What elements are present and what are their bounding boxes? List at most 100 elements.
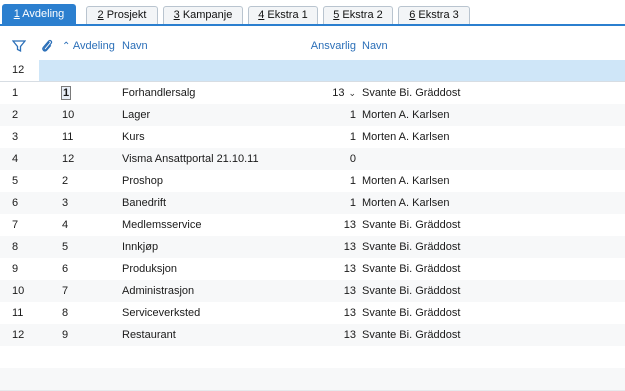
- cell-ansvarlig[interactable]: 13 ⌄: [300, 82, 356, 104]
- cell-ansvarlig[interactable]: 13: [300, 214, 356, 236]
- cell-ansvarlig-navn-text: Svante Bi. Gräddost: [362, 241, 461, 253]
- table-row[interactable]: 3 11 Kurs 1 Morten A. Karlsen: [0, 126, 625, 149]
- cell-avdeling-text: 7: [62, 285, 69, 297]
- cell-avdeling[interactable]: 11: [62, 126, 73, 148]
- cell-ansvarlig-navn[interactable]: Morten A. Karlsen: [362, 126, 449, 148]
- table-row[interactable]: 6 3 Banedrift 1 Morten A. Karlsen: [0, 192, 625, 215]
- cell-ansvarlig-navn[interactable]: Svante Bi. Gräddost: [362, 214, 460, 236]
- row-number-text: 5: [12, 175, 19, 187]
- cell-avdeling[interactable]: 12: [62, 148, 74, 170]
- row-number[interactable]: 4: [12, 148, 18, 170]
- cell-avdeling[interactable]: 1: [60, 82, 72, 104]
- tab-ekstra-2[interactable]: 5 Ekstra 2: [323, 6, 393, 24]
- cell-ansvarlig-navn-text: Svante Bi. Gräddost: [362, 307, 461, 319]
- cell-avdeling[interactable]: 3: [62, 192, 68, 214]
- column-header-navn[interactable]: Navn: [122, 32, 148, 60]
- table-row[interactable]: 10 7 Administrasjon 13 Svante Bi. Gräddost: [0, 280, 625, 303]
- cell-navn[interactable]: Produksjon: [122, 258, 177, 280]
- tab-key: 6: [409, 9, 416, 21]
- cell-avdeling[interactable]: 9: [62, 324, 68, 346]
- cell-avdeling[interactable]: 10: [62, 104, 74, 126]
- cell-navn[interactable]: Kurs: [122, 126, 145, 148]
- cell-avdeling[interactable]: 7: [62, 280, 68, 302]
- cell-avdeling[interactable]: 4: [62, 214, 68, 236]
- cell-navn[interactable]: Visma Ansattportal 21.10.11: [122, 148, 259, 170]
- row-number-text: 3: [12, 131, 19, 143]
- cell-navn[interactable]: Innkjøp: [122, 236, 158, 258]
- cell-ansvarlig-navn[interactable]: Svante Bi. Gräddost: [362, 236, 460, 258]
- row-number-text: 9: [12, 263, 19, 275]
- column-header-ansvarlig-navn[interactable]: Navn: [362, 32, 388, 60]
- table-row[interactable]: 11 8 Serviceverksted 13 Svante Bi. Gräddost: [0, 302, 625, 325]
- cell-avdeling[interactable]: 8: [62, 302, 68, 324]
- cell-ansvarlig[interactable]: 1: [300, 170, 356, 192]
- row-number[interactable]: 1: [12, 82, 18, 104]
- cell-ansvarlig-navn[interactable]: Svante Bi. Gräddost: [362, 280, 460, 302]
- cell-ansvarlig-text: 0: [349, 153, 356, 165]
- row-number[interactable]: 12: [12, 324, 24, 346]
- cell-ansvarlig-text: 13: [343, 219, 356, 231]
- cell-ansvarlig-navn[interactable]: Morten A. Karlsen: [362, 170, 449, 192]
- cell-ansvarlig[interactable]: 13: [300, 236, 356, 258]
- cell-navn[interactable]: Restaurant: [122, 324, 176, 346]
- cell-navn[interactable]: Medlemsservice: [122, 214, 201, 236]
- tab-ekstra-1[interactable]: 4 Ekstra 1: [248, 6, 318, 24]
- cell-navn[interactable]: Lager: [122, 104, 150, 126]
- cell-ansvarlig-navn[interactable]: Svante Bi. Gräddost: [362, 324, 460, 346]
- table-row[interactable]: 12 9 Restaurant 13 Svante Bi. Gräddost: [0, 324, 625, 347]
- cell-ansvarlig[interactable]: 1: [300, 192, 356, 214]
- cell-ansvarlig-navn[interactable]: Svante Bi. Gräddost: [362, 302, 460, 324]
- column-header-avdeling[interactable]: ⌃ Avdeling: [62, 32, 115, 60]
- row-number[interactable]: 10: [12, 280, 24, 302]
- cell-ansvarlig-navn[interactable]: Morten A. Karlsen: [362, 104, 449, 126]
- cell-avdeling[interactable]: 5: [62, 236, 68, 258]
- row-number[interactable]: 7: [12, 214, 18, 236]
- row-number[interactable]: 8: [12, 236, 18, 258]
- row-number[interactable]: 3: [12, 126, 18, 148]
- row-number[interactable]: 5: [12, 170, 18, 192]
- cell-ansvarlig-navn[interactable]: Svante Bi. Gräddost: [362, 258, 460, 280]
- empty-row: [0, 346, 625, 369]
- table-row[interactable]: 4 12 Visma Ansattportal 21.10.11 0: [0, 148, 625, 171]
- table-row[interactable]: 1 1 Forhandlersalg 13 ⌄ Svante Bi. Gräddost: [0, 82, 625, 105]
- cell-ansvarlig[interactable]: 13: [300, 324, 356, 346]
- cell-navn[interactable]: Banedrift: [122, 192, 166, 214]
- cell-avdeling-text: 8: [62, 307, 69, 319]
- cell-ansvarlig-text: 13: [343, 285, 356, 297]
- table-row[interactable]: 7 4 Medlemsservice 13 Svante Bi. Gräddost: [0, 214, 625, 237]
- tab-avdeling[interactable]: 1 Avdeling: [2, 4, 76, 24]
- row-number[interactable]: 11: [12, 302, 23, 324]
- cell-navn[interactable]: Forhandlersalg: [122, 82, 195, 104]
- tab-kampanje[interactable]: 3 Kampanje: [163, 6, 243, 24]
- cell-ansvarlig-navn[interactable]: Morten A. Karlsen: [362, 192, 449, 214]
- tab-ekstra-3[interactable]: 6 Ekstra 3: [398, 6, 470, 24]
- filter-icon[interactable]: [11, 39, 27, 53]
- row-number[interactable]: 2: [12, 104, 18, 126]
- cell-ansvarlig-navn[interactable]: Svante Bi. Gräddost: [362, 82, 460, 104]
- row-number[interactable]: 6: [12, 192, 18, 214]
- cell-ansvarlig[interactable]: 13: [300, 302, 356, 324]
- paperclip-icon[interactable]: [40, 38, 54, 54]
- filter-input-band[interactable]: [39, 60, 625, 81]
- cell-avdeling[interactable]: 2: [62, 170, 68, 192]
- tab-label: Prosjekt: [106, 9, 147, 21]
- table-row[interactable]: 8 5 Innkjøp 13 Svante Bi. Gräddost: [0, 236, 625, 259]
- cell-ansvarlig[interactable]: 1: [300, 104, 356, 126]
- table-row[interactable]: 9 6 Produksjon 13 Svante Bi. Gräddost: [0, 258, 625, 281]
- cell-ansvarlig[interactable]: 1: [300, 126, 356, 148]
- cell-ansvarlig[interactable]: 0: [300, 148, 356, 170]
- tab-prosjekt[interactable]: 2 Prosjekt: [86, 6, 158, 24]
- cell-navn[interactable]: Serviceverksted: [122, 302, 200, 324]
- cell-avdeling[interactable]: 6: [62, 258, 68, 280]
- table-row[interactable]: 5 2 Proshop 1 Morten A. Karlsen: [0, 170, 625, 193]
- column-header-ansvarlig[interactable]: Ansvarlig: [300, 32, 356, 60]
- cell-navn[interactable]: Proshop: [122, 170, 163, 192]
- cell-ansvarlig-text: 13: [343, 241, 356, 253]
- chevron-down-icon[interactable]: ⌄: [348, 82, 356, 104]
- tab-key: 1: [13, 8, 20, 20]
- cell-ansvarlig[interactable]: 13: [300, 258, 356, 280]
- cell-ansvarlig[interactable]: 13: [300, 280, 356, 302]
- table-row[interactable]: 2 10 Lager 1 Morten A. Karlsen: [0, 104, 625, 127]
- row-number[interactable]: 9: [12, 258, 18, 280]
- cell-navn[interactable]: Administrasjon: [122, 280, 194, 302]
